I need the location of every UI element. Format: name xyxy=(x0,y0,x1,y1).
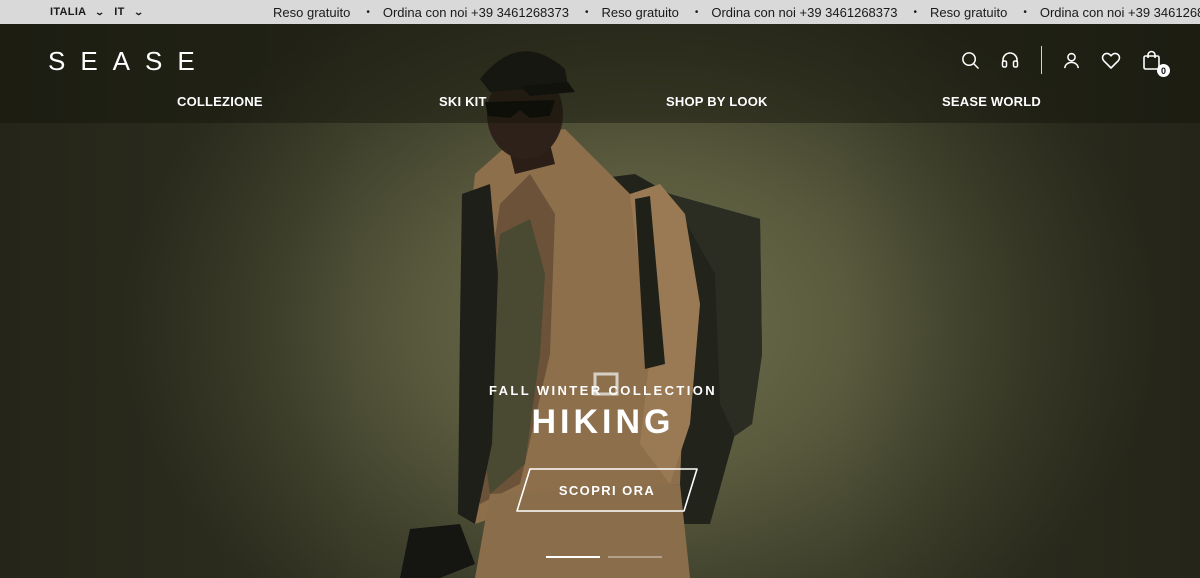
promo-separator: • xyxy=(366,6,370,18)
promo-message: Reso gratuito xyxy=(601,4,679,20)
nav-item-shop-by-look[interactable]: SHOP BY LOOK xyxy=(666,94,768,109)
headset-icon[interactable] xyxy=(999,49,1021,71)
nav-item-collezione[interactable]: COLLEZIONE xyxy=(177,94,263,109)
bag-icon[interactable]: 0 xyxy=(1140,49,1170,77)
discover-now-button[interactable]: SCOPRI ORA xyxy=(516,468,698,512)
language-label: IT xyxy=(114,6,125,18)
promo-separator: • xyxy=(1023,6,1027,18)
user-icon[interactable] xyxy=(1060,49,1082,71)
promo-ticker: Reso gratuito • Ordina con noi +39 34612… xyxy=(273,0,1200,24)
slider-pagination xyxy=(546,556,662,558)
country-label: ITALIA xyxy=(50,6,87,18)
nav-item-ski-kit[interactable]: SKI KIT xyxy=(439,94,487,109)
locale-selectors: ITALIA ⌄ IT ⌄ xyxy=(0,6,145,18)
promo-separator: • xyxy=(694,6,699,18)
promo-message: Ordina con noi +39 3461268373 xyxy=(711,4,898,20)
search-icon[interactable] xyxy=(959,49,981,71)
promo-message: Ordina con noi +39 3461268373 xyxy=(1039,4,1200,20)
cta-label: SCOPRI ORA xyxy=(558,482,656,498)
top-bar: ITALIA ⌄ IT ⌄ Reso gratuito • Ordina con… xyxy=(0,0,1200,24)
promo-message: Reso gratuito xyxy=(273,4,351,20)
slide-indicator-2[interactable] xyxy=(608,556,662,558)
nav-item-sease-world[interactable]: SEASE WORLD xyxy=(942,94,1041,109)
chevron-down-icon: ⌄ xyxy=(94,6,106,17)
language-selector[interactable]: IT ⌄ xyxy=(114,6,145,18)
promo-message: Reso gratuito xyxy=(930,4,1008,20)
promo-message: Ordina con noi +39 3461268373 xyxy=(382,4,569,20)
country-selector[interactable]: ITALIA ⌄ xyxy=(50,6,106,18)
slide-indicator-1[interactable] xyxy=(546,556,600,558)
main-nav: COLLEZIONE SKI KIT SHOP BY LOOK SEASE WO… xyxy=(0,94,1200,114)
hero-headline: HIKING xyxy=(531,403,675,441)
hero-kicker: FALL WINTER COLLECTION xyxy=(488,383,718,398)
heart-icon[interactable] xyxy=(1100,49,1122,71)
header-actions: 0 xyxy=(959,46,1170,77)
header-divider xyxy=(1041,46,1042,74)
site-header: SEASE 0 COLLEZIONE SKI KIT SHOP BY LOOK … xyxy=(0,24,1200,123)
chevron-down-icon: ⌄ xyxy=(133,6,145,17)
promo-separator: • xyxy=(584,6,589,18)
brand-logo[interactable]: SEASE xyxy=(48,46,210,77)
promo-separator: • xyxy=(913,6,917,18)
cart-count-badge: 0 xyxy=(1157,64,1170,77)
